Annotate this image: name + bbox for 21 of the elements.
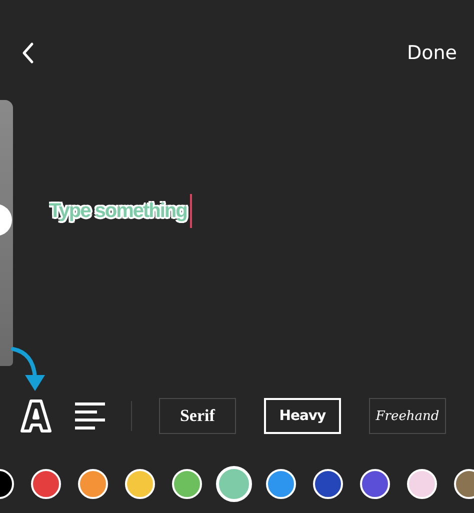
font-option[interactable]: Serif — [158, 398, 236, 434]
color-swatch[interactable] — [407, 469, 437, 499]
font-option[interactable]: Heavy — [264, 398, 342, 434]
color-swatch[interactable] — [78, 469, 108, 499]
color-swatch[interactable] — [172, 469, 202, 499]
curved-arrow-icon — [11, 345, 47, 393]
align-left-icon — [75, 401, 107, 431]
color-swatch[interactable] — [125, 469, 155, 499]
color-swatch[interactable] — [31, 469, 61, 499]
text-input-field[interactable]: Type something — [49, 200, 189, 222]
back-icon — [22, 42, 34, 64]
color-swatch[interactable] — [216, 466, 252, 502]
done-button[interactable]: Done — [407, 42, 457, 64]
outlined-letter-icon — [20, 399, 52, 433]
color-swatch[interactable] — [313, 469, 343, 499]
color-swatch[interactable] — [266, 469, 296, 499]
font-option[interactable]: Freehand — [369, 398, 446, 434]
text-align-button[interactable] — [75, 401, 107, 431]
text-cursor — [190, 194, 192, 228]
font-style-button[interactable] — [20, 399, 52, 433]
color-swatch[interactable] — [360, 469, 390, 499]
